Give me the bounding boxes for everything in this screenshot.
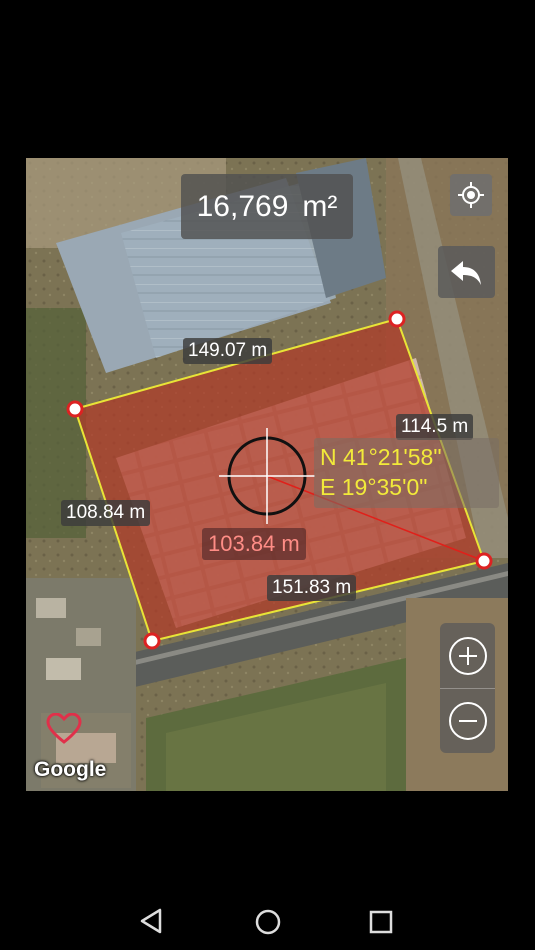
back-icon[interactable] [138,906,168,936]
zoom-in-icon [448,636,487,675]
latitude-text: N 41°21'58" [320,444,442,470]
area-value: 16,769 [196,189,289,223]
heart-marker-icon[interactable] [46,713,82,745]
zoom-controls [440,623,495,753]
undo-icon [450,261,481,285]
satellite-map[interactable]: 16,769 m² 149.07 m 114.5 m 108.84 m 151.… [26,158,508,791]
area-unit: m² [302,189,338,223]
undo-button[interactable] [438,246,495,298]
area-readout: 16,769 m² [181,174,353,239]
longitude-text: E 19°35'0" [320,474,428,500]
google-logo: Google [34,758,107,781]
home-icon[interactable] [253,907,283,937]
radius-label: 103.84 m [202,528,306,560]
my-location-button[interactable] [450,174,492,216]
edge-label-left: 108.84 m [61,500,151,526]
zoom-in-button[interactable] [440,623,495,688]
system-nav-bar [0,880,535,950]
edge-label-right: 114.5 m [396,414,474,440]
my-location-icon [458,182,484,208]
zoom-out-button[interactable] [440,689,495,753]
recents-icon[interactable] [366,907,396,937]
zoom-out-icon [448,702,487,740]
coordinate-readout: N 41°21'58" E 19°35'0" [314,438,499,508]
edge-label-bottom: 151.83 m [267,575,357,601]
edge-label-top: 149.07 m [183,338,273,364]
